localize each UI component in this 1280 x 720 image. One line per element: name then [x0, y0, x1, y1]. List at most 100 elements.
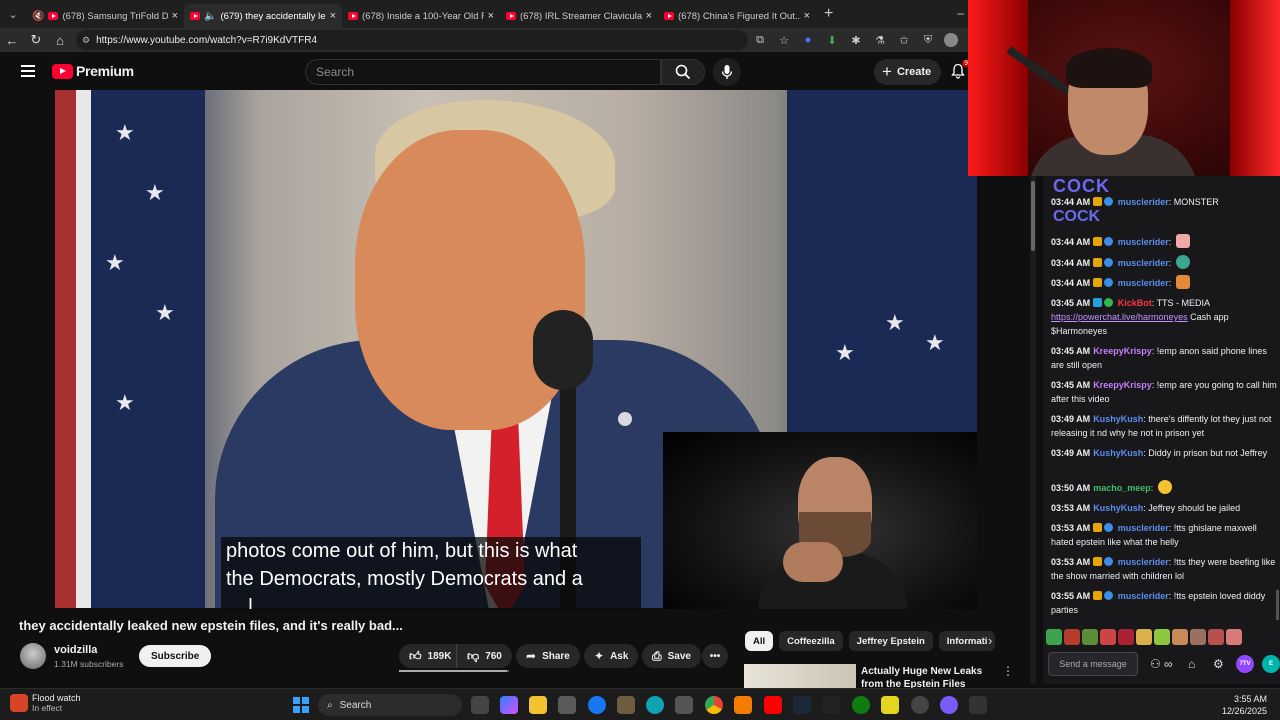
- chip-all[interactable]: All: [745, 631, 774, 651]
- chip-information[interactable]: Informati: [938, 631, 996, 651]
- extension-circle-icon[interactable]: E: [1262, 655, 1280, 673]
- back-icon[interactable]: ←: [0, 33, 24, 48]
- app-icon[interactable]: [822, 696, 840, 714]
- vlc-icon[interactable]: [734, 696, 752, 714]
- xbox-icon[interactable]: [852, 696, 870, 714]
- create-button[interactable]: + Create: [874, 59, 942, 85]
- facebook-icon[interactable]: [588, 696, 606, 714]
- speaker-icon[interactable]: 🔈: [204, 11, 216, 22]
- chat-username[interactable]: KreepyKrispy: [1093, 346, 1152, 356]
- app-icon[interactable]: [940, 696, 958, 714]
- chat-username[interactable]: KushyKush: [1093, 414, 1143, 424]
- chip-coffeezilla[interactable]: Coffeezilla: [779, 631, 843, 651]
- file-explorer-icon[interactable]: [529, 696, 547, 714]
- chat-username[interactable]: musclerider: [1118, 278, 1169, 288]
- store-icon[interactable]: ⌂: [1188, 657, 1195, 671]
- chat-message-input[interactable]: Send a message: [1048, 652, 1138, 676]
- start-menu-icon[interactable]: [293, 697, 309, 713]
- save-button[interactable]: ⎙ Save: [642, 644, 701, 668]
- chat-username[interactable]: KickBot: [1118, 298, 1152, 308]
- chrome-icon[interactable]: [705, 696, 723, 714]
- home-icon[interactable]: ⌂: [48, 33, 72, 48]
- reload-icon[interactable]: ↻: [24, 32, 48, 48]
- subscribe-button[interactable]: Subscribe: [139, 645, 212, 667]
- channel-avatar[interactable]: [20, 643, 46, 669]
- chat-scrollbar[interactable]: [1276, 590, 1279, 620]
- bookmark-star-icon[interactable]: ☆: [772, 34, 796, 47]
- voice-search-button[interactable]: [713, 58, 741, 86]
- chat-username[interactable]: KushyKush: [1093, 503, 1143, 513]
- store-icon[interactable]: [558, 696, 576, 714]
- browser-tab[interactable]: (678) China's Figured It Out... - Yo ×: [658, 4, 816, 28]
- close-tab-icon[interactable]: ×: [646, 10, 652, 22]
- notifications-button[interactable]: 9: [950, 60, 970, 79]
- chat-username[interactable]: musclerider: [1118, 557, 1169, 567]
- chip-jeffrey-epstein[interactable]: Jeffrey Epstein: [848, 631, 933, 651]
- app-icon[interactable]: [617, 696, 635, 714]
- chat-username[interactable]: KushyKush: [1093, 448, 1143, 458]
- taskbar-search[interactable]: ⌕ Search: [318, 694, 462, 716]
- app-icon[interactable]: [675, 696, 693, 714]
- notes-icon[interactable]: [881, 696, 899, 714]
- settings-gear-icon[interactable]: ⚙: [1213, 657, 1224, 671]
- ask-button[interactable]: ✦ Ask: [584, 644, 639, 668]
- split-view-icon[interactable]: ⚗: [868, 34, 892, 47]
- search-input[interactable]: [316, 65, 660, 79]
- recommended-video-thumbnail[interactable]: [744, 664, 856, 688]
- browser-tab[interactable]: 🔇 (678) Samsung TriFold Durabi ×: [26, 4, 184, 28]
- app-icon[interactable]: [969, 696, 987, 714]
- chat-username[interactable]: musclerider: [1118, 197, 1169, 207]
- emote-icon[interactable]: [1154, 629, 1170, 645]
- more-vert-icon[interactable]: ⋮: [1002, 664, 1014, 678]
- emote-icon[interactable]: [1046, 629, 1062, 645]
- search-button[interactable]: [661, 59, 705, 85]
- install-app-icon[interactable]: ⧉: [748, 34, 772, 47]
- extensions-puzzle-icon[interactable]: ✱: [844, 34, 868, 47]
- youtube-logo[interactable]: Premium: [52, 63, 134, 79]
- close-tab-icon[interactable]: ×: [330, 10, 336, 22]
- tab-search-chevron-icon[interactable]: ⌄: [0, 0, 26, 28]
- chevron-right-icon[interactable]: ›: [988, 633, 992, 648]
- emote-icon[interactable]: [1100, 629, 1116, 645]
- emote-icon[interactable]: [1082, 629, 1098, 645]
- steam-icon[interactable]: [793, 696, 811, 714]
- weather-widget[interactable]: Flood watch In effect: [10, 693, 81, 713]
- emote-icon[interactable]: [1208, 629, 1224, 645]
- close-tab-icon[interactable]: ×: [488, 10, 494, 22]
- emote-icon[interactable]: [1136, 629, 1152, 645]
- url-field[interactable]: ⚙ https://www.youtube.com/watch?v=R7i9Kd…: [76, 30, 748, 50]
- speaker-icon[interactable]: 🔇: [32, 11, 44, 22]
- chat-username[interactable]: macho_meep: [1093, 483, 1151, 493]
- like-button[interactable]: 👍︎ 189K: [399, 644, 460, 668]
- task-view-icon[interactable]: [471, 696, 489, 714]
- browser-tab[interactable]: (678) IRL Streamer Clavicular Just I ×: [500, 4, 658, 28]
- emote-icon[interactable]: [1064, 629, 1080, 645]
- edge-browser-icon[interactable]: [646, 696, 664, 714]
- 7tv-extension-icon[interactable]: 7TV: [1236, 655, 1254, 673]
- emote-icon[interactable]: [1190, 629, 1206, 645]
- emote-icon[interactable]: [1226, 629, 1242, 645]
- dislike-button[interactable]: 👎︎ 760: [456, 644, 512, 668]
- more-actions-button[interactable]: •••: [702, 644, 728, 668]
- youtube-icon[interactable]: [764, 696, 782, 714]
- chat-username[interactable]: musclerider: [1118, 523, 1169, 533]
- profile-avatar[interactable]: [944, 33, 958, 47]
- favorites-icon[interactable]: ✩: [892, 34, 916, 47]
- link-icon[interactable]: ∞: [1164, 657, 1173, 671]
- recommended-video-title[interactable]: Actually Huge New Leaks from the Epstein…: [861, 665, 1001, 689]
- chat-username[interactable]: musclerider: [1118, 237, 1169, 247]
- menu-icon[interactable]: [21, 62, 35, 80]
- close-tab-icon[interactable]: ×: [804, 10, 810, 22]
- browser-tab[interactable]: (678) Inside a 100-Year Old Farm T ×: [342, 4, 500, 28]
- site-info-icon[interactable]: ⚙: [82, 35, 90, 46]
- share-button[interactable]: ➦ Share: [516, 644, 580, 668]
- system-clock[interactable]: 3:55 AM 12/26/2025: [1222, 693, 1267, 717]
- browser-tab-active[interactable]: 🔈 (679) they accidentally leaked ×: [184, 4, 342, 28]
- chat-link[interactable]: https://powerchat.live/harmoneyes: [1051, 312, 1188, 322]
- close-tab-icon[interactable]: ×: [172, 10, 178, 22]
- emote-icon[interactable]: [1172, 629, 1188, 645]
- emote-icon[interactable]: [1118, 629, 1134, 645]
- extension-icon[interactable]: ●: [796, 34, 820, 46]
- page-scrollbar[interactable]: [1030, 176, 1036, 684]
- users-icon[interactable]: ⚇: [1150, 657, 1161, 671]
